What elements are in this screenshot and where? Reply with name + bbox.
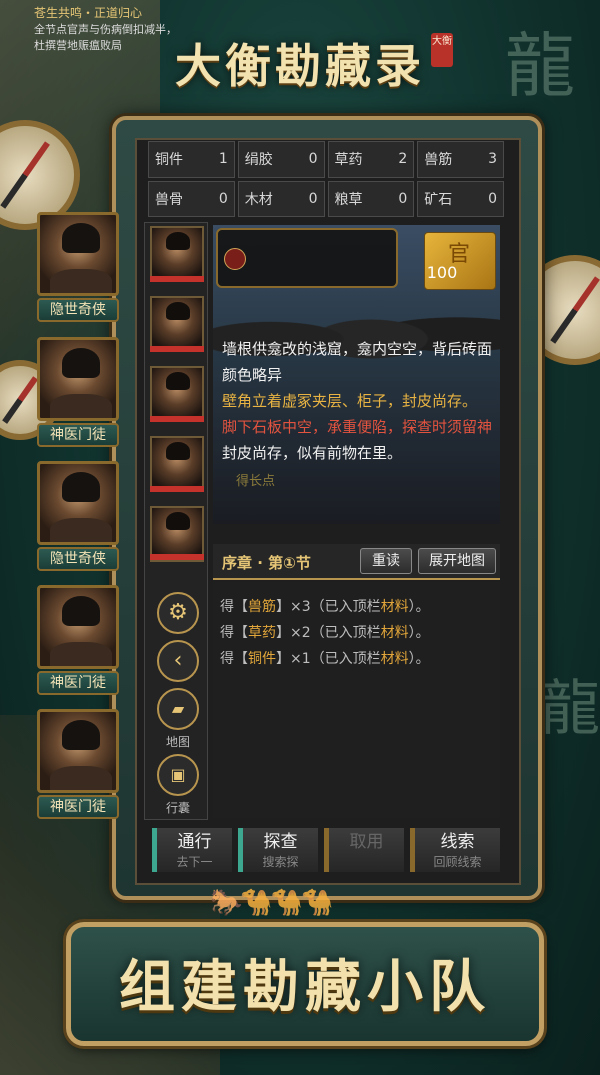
chapter-label: 序章 · 第①节 [222, 554, 311, 572]
health-bar [150, 554, 204, 560]
hero-label: 隐世奇侠 [37, 547, 119, 571]
hero-card[interactable]: 神医门徒 [37, 585, 119, 695]
hero-portrait [37, 461, 119, 545]
story-line: 封皮尚存，似有前物在里。 [222, 444, 403, 462]
bag-label: 行囊 [165, 801, 190, 815]
pass-button[interactable]: 通行 去下一 [152, 828, 232, 872]
gear-icon: ⚙ [168, 600, 188, 625]
resource-value: 0 [398, 190, 408, 207]
reread-button[interactable]: 重读 [360, 548, 412, 574]
resource-value: 3 [488, 151, 497, 168]
expand-map-button[interactable]: 展开地图 [418, 548, 496, 574]
hero-portrait [37, 337, 119, 421]
resource-name: 兽骨 [155, 191, 183, 208]
map-label: 地图 [165, 735, 190, 749]
health-bar [150, 486, 204, 492]
event-desc: 全节点官声与伤病倒扣减半，杜撰营地赈瘟败局 [34, 23, 177, 52]
hero-label: 神医门徒 [37, 423, 119, 447]
hero-card[interactable]: 神医门徒 [37, 337, 119, 447]
story-line: 脚下石板中空，承重便陷，探查时须留神 [222, 418, 493, 436]
log-line: 得【兽筋】×3（已入顶栏材料）。 [220, 599, 430, 615]
event-log [213, 582, 500, 818]
investigate-button[interactable]: 探查 搜索探 [238, 828, 318, 872]
resource-cell: 草药 2 [327, 141, 415, 178]
clues-button[interactable]: 线索 回顾线索 [410, 828, 500, 872]
resource-value: 0 [218, 190, 228, 207]
hero-label: 神医门徒 [37, 671, 119, 695]
resource-name: 矿石 [424, 191, 453, 208]
faded-hint: 得长点 [236, 474, 276, 489]
event-icon [224, 248, 246, 270]
caravan-icon: 🐎🐪🐪🐪 [210, 888, 334, 918]
map-icon: ▰ [171, 699, 185, 718]
banner-text: 组建勘藏小队 [119, 954, 491, 1020]
resource-cell: 绢胶 0 [237, 141, 325, 178]
resource-name: 草药 [334, 152, 363, 169]
hero-label: 隐世奇侠 [37, 298, 119, 322]
resource-name: 粮草 [334, 191, 363, 208]
resource-value: 0 [308, 190, 318, 207]
resource-name: 铜件 [155, 152, 183, 169]
party-member[interactable] [150, 296, 204, 352]
party-member[interactable] [150, 436, 204, 492]
health-bar [150, 416, 204, 422]
party-member[interactable] [150, 226, 204, 282]
story-text: 墙根供龛改的浅窟，龛内空空，背后砖面颜色略异 壁角立着虚冢夹层、柜子，封皮尚存。… [222, 336, 497, 466]
chevron-left-icon: ‹ [173, 648, 183, 673]
log-line: 得【铜件】×1（已入顶栏材料）。 [220, 651, 430, 667]
resource-bar: 铜件 1 绢胶 0 草药 2 兽筋 3 兽骨 0 木材 0 粮草 0 矿石 0 [148, 141, 504, 217]
hero-card[interactable]: 隐世奇侠 [37, 461, 119, 571]
back-button[interactable]: ‹ [157, 640, 199, 682]
settings-button[interactable]: ⚙ [157, 592, 199, 634]
resource-cell: 兽骨 0 [148, 180, 235, 217]
event-title: 苍生共鸣・正道归心 [34, 6, 143, 20]
resource-value: 0 [308, 151, 318, 168]
resource-value: 0 [488, 190, 497, 207]
use-button[interactable]: 取用 [324, 828, 404, 872]
map-button[interactable]: ▰ [157, 688, 199, 730]
rank-value: 100 [426, 263, 458, 282]
bag-icon: ▣ [170, 765, 186, 784]
resource-value: 2 [398, 151, 408, 168]
hero-portrait [37, 212, 119, 296]
resource-cell: 矿石 0 [417, 180, 504, 217]
resource-cell: 木材 0 [237, 180, 325, 217]
hero-card[interactable]: 隐世奇侠 [37, 212, 119, 322]
story-line: 墙根供龛改的浅窟，龛内空空，背后砖面颜色略异 [222, 340, 493, 384]
resource-value: 1 [218, 151, 228, 168]
resource-cell: 兽筋 3 [417, 141, 504, 178]
resource-cell: 铜件 1 [148, 141, 235, 178]
hero-card[interactable]: 神医门徒 [37, 709, 119, 819]
bag-button[interactable]: ▣ [157, 754, 199, 796]
resource-name: 兽筋 [424, 152, 453, 169]
health-bar [150, 276, 204, 282]
log-line: 得【草药】×2（已入顶栏材料）。 [220, 625, 430, 641]
event-banner[interactable] [216, 228, 398, 288]
dragon-icon: 龍 [540, 674, 600, 744]
resource-cell: 粮草 0 [327, 180, 415, 217]
story-line: 壁角立着虚冢夹层、柜子，封皮尚存。 [222, 392, 478, 410]
title-seal: 大衡 [431, 33, 453, 67]
health-bar [150, 346, 204, 352]
hero-label: 神医门徒 [37, 795, 119, 819]
resource-name: 木材 [244, 191, 273, 208]
resource-name: 绢胶 [244, 152, 273, 169]
hero-portrait [37, 585, 119, 669]
hero-portrait [37, 709, 119, 793]
party-member[interactable] [150, 366, 204, 422]
